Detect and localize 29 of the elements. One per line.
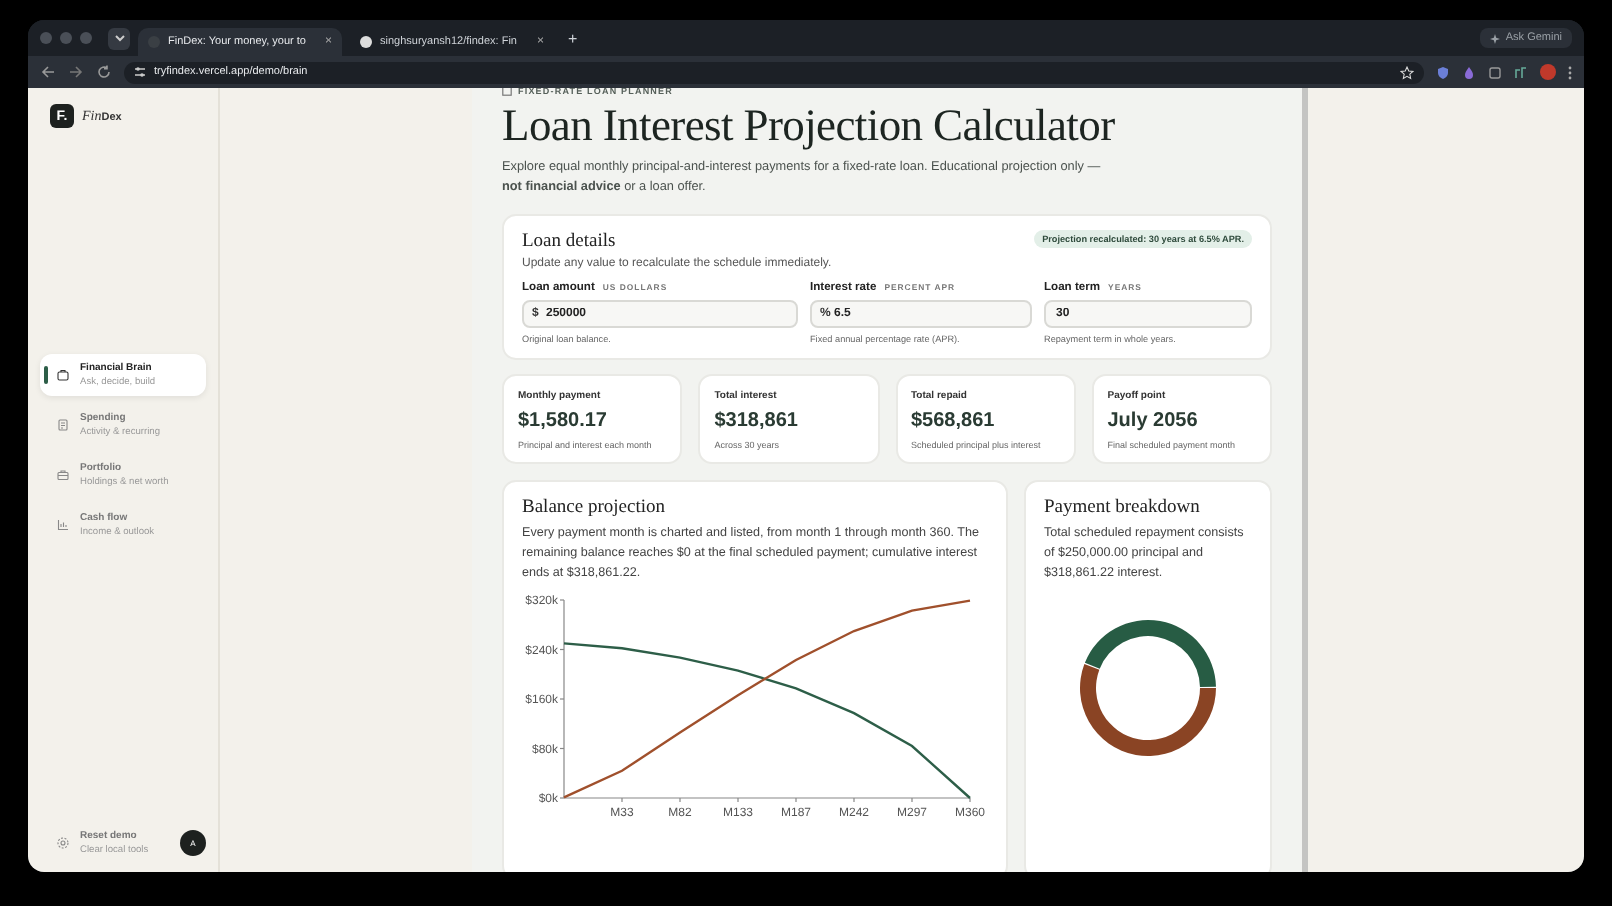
bar-chart-icon	[56, 518, 70, 532]
shield-icon[interactable]	[1436, 65, 1450, 79]
donut-slice	[1080, 664, 1216, 756]
document-icon	[56, 418, 70, 432]
card-title: Loan details	[522, 232, 618, 252]
stat-value: $568,861	[911, 410, 997, 432]
square-icon[interactable]	[1488, 65, 1502, 79]
chevron-down-icon	[113, 32, 125, 44]
calculator-icon	[502, 88, 512, 96]
card-title: Payment breakdown	[1044, 498, 1202, 518]
profile-avatar[interactable]	[1540, 64, 1556, 80]
sliders-icon	[134, 66, 146, 78]
stat-value: $1,580.17	[518, 410, 609, 432]
new-tab-button[interactable]: +	[562, 29, 584, 47]
star-icon[interactable]	[1400, 65, 1414, 79]
extension-icon[interactable]	[1514, 65, 1528, 79]
page-title: Loan Interest Projection Calculator	[502, 100, 1117, 152]
sparkle-icon	[1489, 33, 1500, 43]
stat-value: $318,861	[714, 410, 800, 432]
card-title: Balance projection	[522, 498, 667, 518]
back-icon[interactable]	[40, 64, 56, 80]
stat-value: July 2056	[1107, 410, 1200, 432]
drop-icon[interactable]	[1462, 65, 1476, 79]
donut-slice	[1084, 620, 1216, 687]
tab-list-button[interactable]	[108, 27, 130, 49]
forward-icon[interactable]	[68, 64, 84, 80]
reload-icon[interactable]	[96, 64, 112, 80]
briefcase-icon	[56, 468, 70, 482]
settings-icon	[56, 836, 70, 850]
